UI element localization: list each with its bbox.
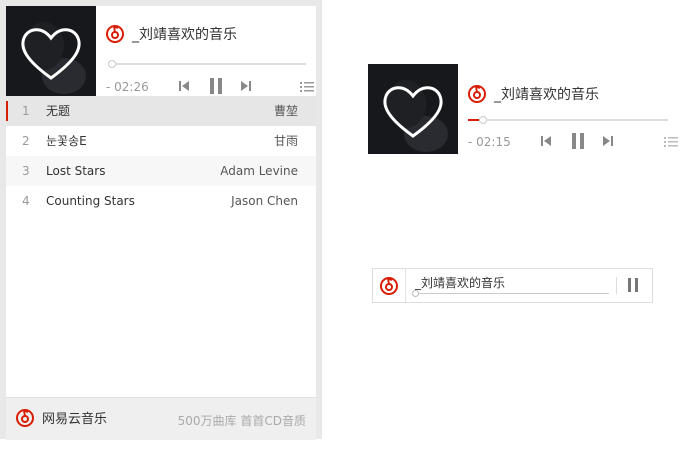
music-player-mini: _刘靖喜欢的音乐 <box>372 268 653 303</box>
music-player-medium: _刘靖喜欢的音乐 - 02:15 <box>368 64 678 154</box>
pause-icon[interactable] <box>627 278 639 292</box>
remaining-time: - 02:15 <box>468 135 511 149</box>
skip-next-icon[interactable] <box>240 80 252 92</box>
playlist-title: _刘靖喜欢的音乐 <box>494 87 599 103</box>
album-cover[interactable] <box>6 6 96 96</box>
progress-knob[interactable] <box>108 60 116 68</box>
divider <box>616 277 617 294</box>
netease-logo-icon <box>16 408 34 427</box>
skip-previous-icon[interactable] <box>178 80 190 92</box>
progress-bar[interactable] <box>108 60 306 68</box>
player-footer: 网易云音乐 500万曲库 首首CD音质 <box>6 397 316 440</box>
netease-logo-icon <box>106 25 124 43</box>
track-number: 3 <box>22 164 30 178</box>
player-header: _刘靖喜欢的音乐 - 02:26 <box>96 6 316 96</box>
heart-cover-art <box>368 64 458 154</box>
footer-slogan: 500万曲库 首首CD音质 <box>177 414 306 428</box>
music-player-large: _刘靖喜欢的音乐 - 02:26 1 无题 曹堃 2 눈꽃송E 甘雨 3 Los… <box>0 0 322 440</box>
title-row: _刘靖喜欢的音乐 <box>468 84 599 104</box>
track-number: 2 <box>22 134 30 148</box>
track-title: 눈꽃송E <box>46 134 87 148</box>
heart-cover-art <box>6 6 96 96</box>
progress-bar[interactable] <box>468 116 668 124</box>
playlist-icon[interactable] <box>664 136 678 148</box>
track-row[interactable]: 1 无题 曹堃 <box>6 96 316 126</box>
playlist-title: _刘靖喜欢的音乐 <box>132 27 237 43</box>
progress-knob[interactable] <box>479 116 487 124</box>
player-header: _刘靖喜欢的音乐 - 02:15 <box>458 64 678 154</box>
playlist-title: _刘靖喜欢的音乐 <box>415 276 506 290</box>
track-number: 4 <box>22 194 30 208</box>
progress-knob[interactable] <box>412 290 419 297</box>
skip-next-icon[interactable] <box>602 135 614 147</box>
title-row: _刘靖喜欢的音乐 <box>106 24 237 44</box>
track-artist: Jason Chen <box>231 194 298 208</box>
skip-previous-icon[interactable] <box>540 135 552 147</box>
pause-icon[interactable] <box>208 78 224 94</box>
track-title: 无题 <box>46 104 71 118</box>
track-row[interactable]: 2 눈꽃송E 甘雨 <box>6 126 316 156</box>
track-title: Counting Stars <box>46 194 135 208</box>
track-artist: Adam Levine <box>220 164 298 178</box>
track-number: 1 <box>22 104 30 118</box>
brand-link[interactable]: 网易云音乐 <box>16 408 107 427</box>
track-row[interactable]: 3 Lost Stars Adam Levine <box>6 156 316 186</box>
track-artist: 曹堃 <box>273 104 298 118</box>
playlist-icon[interactable] <box>300 81 314 93</box>
player-controls: - 02:15 <box>468 133 678 151</box>
progress-bar[interactable] <box>412 290 609 297</box>
remaining-time: - 02:26 <box>106 80 149 94</box>
player-controls: - 02:26 <box>106 78 314 96</box>
player-panel: _刘靖喜欢的音乐 - 02:26 1 无题 曹堃 2 눈꽃송E 甘雨 3 Los… <box>6 6 316 440</box>
track-title: Lost Stars <box>46 164 106 178</box>
album-cover[interactable] <box>368 64 458 154</box>
track-list: 1 无题 曹堃 2 눈꽃송E 甘雨 3 Lost Stars Adam Levi… <box>6 96 316 216</box>
netease-logo-icon <box>468 85 486 103</box>
track-artist: 甘雨 <box>273 134 298 148</box>
track-row[interactable]: 4 Counting Stars Jason Chen <box>6 186 316 216</box>
pause-icon[interactable] <box>570 133 586 149</box>
netease-logo-icon <box>380 276 398 295</box>
brand-name: 网易云音乐 <box>42 412 108 427</box>
mini-logo[interactable] <box>373 269 406 302</box>
